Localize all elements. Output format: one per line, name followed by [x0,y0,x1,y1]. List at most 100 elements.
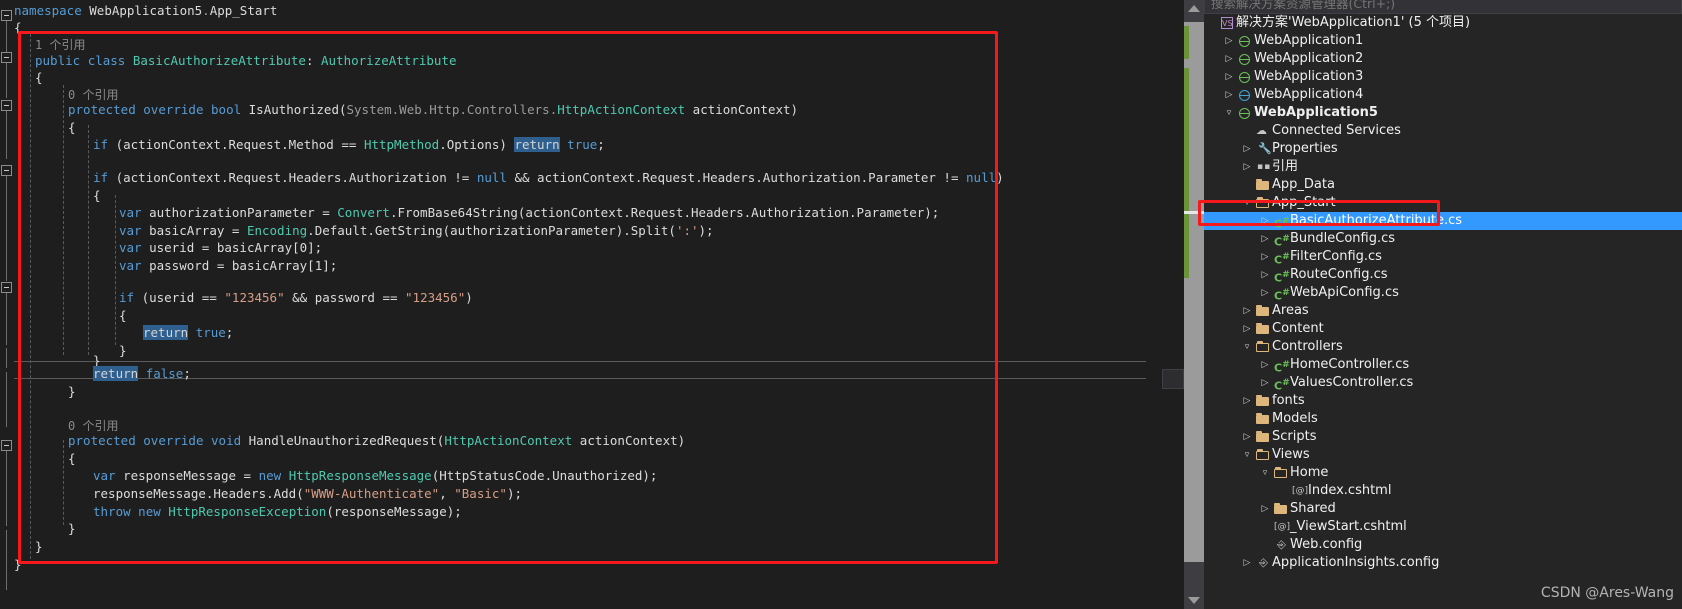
tree-item-_viewstart.cshtml[interactable]: ▷[@]_ViewStart.cshtml [1204,518,1682,536]
tree-item-bundleconfig.cs[interactable]: ▷ C# BundleConfig.cs [1204,230,1682,249]
chevron-right-icon[interactable]: ▷ [1240,428,1254,446]
tree-item-label: RouteConfig.cs [1290,267,1388,282]
tree-item-index.cshtml[interactable]: ▷[@]Index.cshtml [1204,482,1682,500]
tree-item-scripts[interactable]: ▷ Scripts [1204,428,1682,446]
chevron-right-icon[interactable]: ▷ [1258,374,1272,392]
tree-item-[interactable]: ▷ ▪▪ 引用 [1204,158,1682,176]
chevron-right-icon[interactable]: ▷ [1222,50,1236,68]
tree-item-app_start[interactable]: ▿ App_Start [1204,194,1682,212]
tree-item-fonts[interactable]: ▷ fonts [1204,392,1682,410]
chevron-right-icon[interactable]: ▷ [1258,500,1272,518]
csharp-file-icon-wrap: C# [1272,356,1290,375]
razor-file-icon: [@] [1274,522,1291,532]
tree-item-webapplication4[interactable]: ▷ WebApplication4 [1204,86,1682,104]
chevron-right-icon[interactable]: ▷ [1240,302,1254,320]
scroll-up-arrow[interactable] [1188,5,1200,12]
chevron-right-icon[interactable]: ▷ [1258,230,1272,248]
tree-item-label: ApplicationInsights.config [1272,555,1440,570]
tree-item-shared[interactable]: ▷ Shared [1204,500,1682,518]
change-bar-green [1184,26,1189,59]
chevron-right-icon[interactable]: ▷ [1258,248,1272,266]
tree-item-label: WebApplication5 [1254,105,1378,120]
tree-item-views[interactable]: ▿ Views [1204,446,1682,464]
chevron-right-icon[interactable]: ▷ [1258,212,1272,230]
tree-item-content[interactable]: ▷ Content [1204,320,1682,338]
tree-item-webapplication1[interactable]: ▷ WebApplication1 [1204,32,1682,50]
chevron-down-icon[interactable]: ▿ [1240,446,1254,464]
csharp-file-icon: C# [1274,377,1290,393]
tree-item-home[interactable]: ▿ Home [1204,464,1682,482]
watermark-text: CSDN @Ares-Wang [1540,585,1674,601]
chevron-right-icon[interactable]: ▷ [1222,68,1236,86]
tree-item-controllers[interactable]: ▿ Controllers [1204,338,1682,356]
tree-item-models[interactable]: ▷ Models [1204,410,1682,428]
tree-item-webapplication15[interactable]: ▷VS解决方案'WebApplication1' (5 个项目) [1204,14,1682,32]
chevron-down-icon[interactable]: ▿ [1258,464,1272,482]
chevron-right-icon[interactable]: ▷ [1258,266,1272,284]
search-input[interactable] [1204,0,1682,14]
folder-icon-wrap [1272,500,1290,518]
editor-splitter[interactable] [1146,0,1162,609]
tree-item-label: Shared [1290,501,1336,516]
folder-icon [1256,395,1269,406]
solution-explorer-panel[interactable]: ▷VS解决方案'WebApplication1' (5 个项目)▷WebAppl… [1162,0,1682,609]
tree-item-label: BasicAuthorizeAttribute.cs [1290,213,1463,228]
chevron-right-icon[interactable]: ▷ [1222,32,1236,50]
web-project-icon [1238,36,1250,47]
web-project-blue-icon-wrap [1236,86,1254,104]
references-icon-wrap: ▪▪ [1254,158,1272,176]
folder-icon [1256,179,1269,190]
tree-item-routeconfig.cs[interactable]: ▷ C# RouteConfig.cs [1204,266,1682,285]
tree-item-label: Models [1272,411,1318,426]
solution-tree[interactable]: ▷VS解决方案'WebApplication1' (5 个项目)▷WebAppl… [1204,14,1682,609]
tree-item-label: 解决方案'WebApplication1' (5 个项目) [1236,15,1471,30]
explorer-vertical-scrollbar[interactable] [1184,0,1204,609]
explorer-strip-marker [1162,369,1184,389]
tree-item-label: FilterConfig.cs [1290,249,1382,264]
tree-item-filterconfig.cs[interactable]: ▷ C# FilterConfig.cs [1204,248,1682,267]
chevron-down-icon[interactable]: ▿ [1240,194,1254,212]
code-editor-pane[interactable]: namespace WebApplication5.App_Start { 1 … [0,0,1146,609]
tree-item-webapiconfig.cs[interactable]: ▷ C# WebApiConfig.cs [1204,284,1682,303]
chevron-right-icon[interactable]: ▷ [1240,554,1254,572]
tree-item-areas[interactable]: ▷ Areas [1204,302,1682,320]
scroll-down-arrow[interactable] [1188,597,1200,604]
chevron-right-icon[interactable]: ▷ [1240,140,1254,158]
tree-item-webapplication3[interactable]: ▷ WebApplication3 [1204,68,1682,86]
folder-open-icon-wrap [1254,194,1272,212]
config-file-icon-wrap: ⎆ [1254,554,1272,572]
chevron-down-icon[interactable]: ▿ [1240,338,1254,356]
tree-item-applicationinsights.config[interactable]: ▷ ⎆ ApplicationInsights.config [1204,554,1682,572]
tree-item-app_data[interactable]: ▷ App_Data [1204,176,1682,194]
razor-file-icon: [@] [1292,486,1309,496]
csharp-file-icon: C# [1274,269,1290,285]
tree-item-basicauthorizeattribute.cs[interactable]: ▷ C# BasicAuthorizeAttribute.cs [1204,212,1682,231]
chevron-right-icon[interactable]: ▷ [1258,284,1272,302]
tree-spacer: ▷ [1276,482,1290,500]
csharp-file-icon-wrap: C# [1272,212,1290,231]
web-project-icon [1238,72,1250,83]
chevron-right-icon[interactable]: ▷ [1240,158,1254,176]
chevron-right-icon[interactable]: ▷ [1240,392,1254,410]
wrench-icon-wrap: 🔧 [1254,140,1272,158]
csharp-file-icon-wrap: C# [1272,284,1290,303]
folder-icon-wrap [1254,302,1272,320]
folder-icon-wrap [1254,392,1272,410]
tree-item-label: 引用 [1272,159,1299,174]
tree-item-properties[interactable]: ▷ 🔧 Properties [1204,140,1682,158]
tree-item-webapplication2[interactable]: ▷ WebApplication2 [1204,50,1682,68]
solution-icon: VS [1221,17,1233,29]
tree-spacer: ▷ [1258,518,1272,536]
tree-item-webapplication5[interactable]: ▿ WebApplication5 [1204,104,1682,122]
chevron-right-icon[interactable]: ▷ [1258,356,1272,374]
tree-item-homecontroller.cs[interactable]: ▷ C# HomeController.cs [1204,356,1682,375]
chevron-right-icon[interactable]: ▷ [1240,320,1254,338]
code-text[interactable]: namespace WebApplication5.App_Start { 1 … [0,0,1146,609]
tree-spacer: ▷ [1240,176,1254,194]
tree-item-connectedservices[interactable]: ▷☁ Connected Services [1204,122,1682,140]
chevron-right-icon[interactable]: ▷ [1222,86,1236,104]
tree-item-valuescontroller.cs[interactable]: ▷ C# ValuesController.cs [1204,374,1682,393]
csharp-file-icon-wrap: C# [1272,248,1290,267]
tree-item-web.config[interactable]: ▷ ⎆ Web.config [1204,536,1682,554]
chevron-down-icon[interactable]: ▿ [1222,104,1236,122]
